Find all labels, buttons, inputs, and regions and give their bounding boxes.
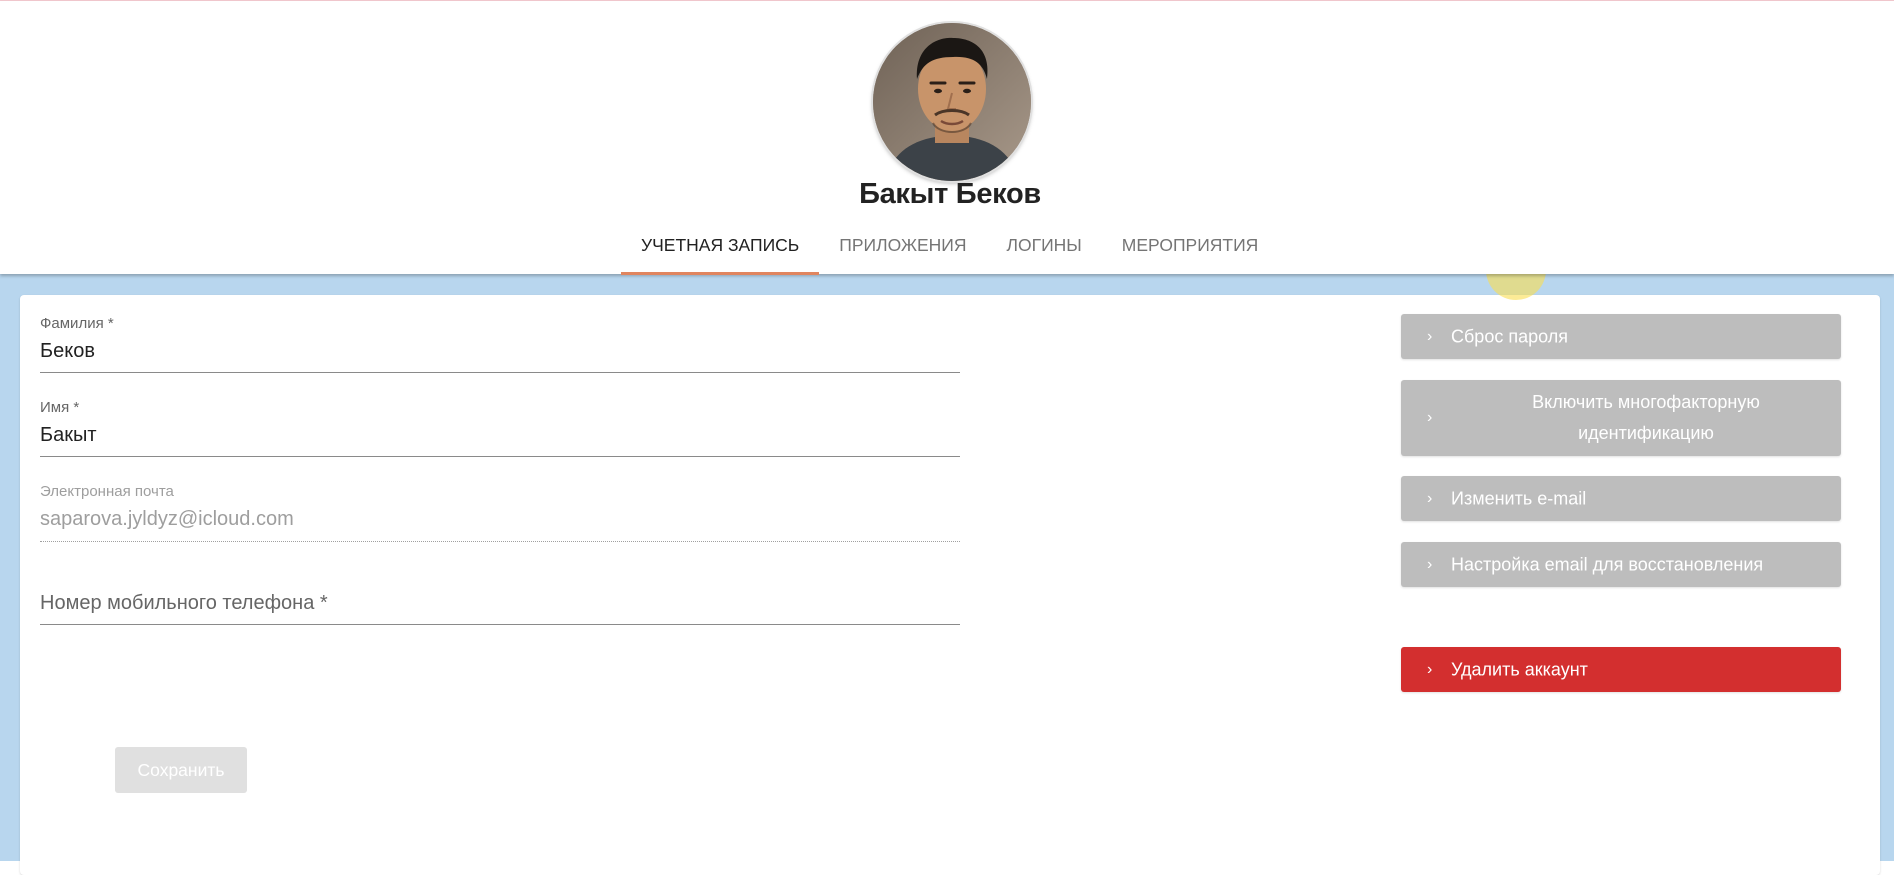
first-name-field[interactable]: Имя * Бакыт bbox=[40, 399, 960, 457]
change-email-button[interactable]: › Изменить e-mail bbox=[1401, 476, 1841, 521]
tab-logins[interactable]: Логины bbox=[987, 225, 1102, 275]
first-name-label: Имя * bbox=[40, 399, 80, 416]
last-name-input[interactable]: Беков bbox=[40, 340, 960, 363]
reset-password-label: Сброс пароля bbox=[1451, 326, 1568, 346]
delete-account-label: Удалить аккаунт bbox=[1451, 659, 1588, 679]
email-label: Электронная почта bbox=[40, 483, 174, 500]
email-field: Электронная почта saparova.jyldyz@icloud… bbox=[40, 483, 960, 542]
tab-events[interactable]: Мероприятия bbox=[1102, 225, 1279, 275]
last-name-label: Фамилия * bbox=[40, 315, 114, 332]
chevron-right-icon: › bbox=[1427, 409, 1433, 426]
chevron-right-icon: › bbox=[1427, 489, 1433, 507]
avatar bbox=[873, 23, 1031, 181]
recovery-email-label: Настройка email для восстановления bbox=[1451, 554, 1764, 574]
chevron-right-icon: › bbox=[1427, 555, 1433, 573]
profile-header: Бакыт Беков Учетная запись Приложения Ло… bbox=[0, 1, 1894, 275]
last-name-field[interactable]: Фамилия * Беков bbox=[40, 315, 960, 373]
user-name: Бакыт Беков bbox=[859, 178, 1041, 210]
phone-field[interactable]: Номер мобильного телефона * bbox=[40, 592, 960, 625]
email-underline bbox=[40, 540, 960, 542]
first-name-input[interactable]: Бакыт bbox=[40, 424, 960, 447]
first-name-underline bbox=[40, 456, 960, 457]
save-button[interactable]: Сохранить bbox=[115, 747, 247, 793]
tab-account[interactable]: Учетная запись bbox=[621, 225, 820, 275]
email-input: saparova.jyldyz@icloud.com bbox=[40, 508, 294, 530]
phone-underline bbox=[40, 624, 960, 625]
tab-bar: Учетная запись Приложения Логины Меропри… bbox=[621, 225, 1278, 275]
chevron-right-icon: › bbox=[1427, 660, 1433, 678]
recovery-email-button[interactable]: › Настройка email для восстановления bbox=[1401, 542, 1841, 587]
change-email-label: Изменить e-mail bbox=[1451, 488, 1587, 508]
last-name-underline bbox=[40, 372, 960, 373]
enable-mfa-button[interactable]: › Включить многофакторную идентификацию bbox=[1401, 380, 1841, 456]
enable-mfa-label: Включить многофакторную идентификацию bbox=[1532, 392, 1760, 443]
reset-password-button[interactable]: › Сброс пароля bbox=[1401, 314, 1841, 359]
chevron-right-icon: › bbox=[1427, 327, 1433, 345]
delete-account-button[interactable]: › Удалить аккаунт bbox=[1401, 647, 1841, 692]
tab-applications[interactable]: Приложения bbox=[819, 225, 986, 275]
avatar-photo bbox=[873, 23, 1031, 181]
phone-input[interactable]: Номер мобильного телефона * bbox=[40, 592, 960, 615]
